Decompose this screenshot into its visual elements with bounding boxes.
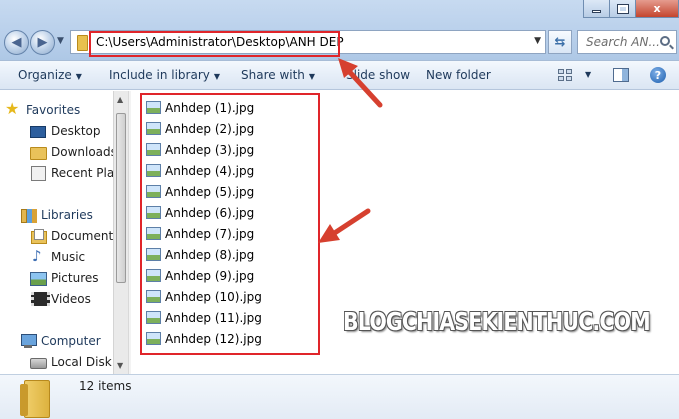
details-pane: 12 items [0, 374, 679, 419]
annotation-arrows [318, 58, 383, 243]
folder-icon [20, 380, 50, 418]
watermark: BLOGCHIASEKIENTHUC.COM [343, 307, 651, 336]
arrow-to-files-icon [318, 208, 371, 243]
arrow-to-address-icon [338, 58, 383, 108]
item-count: 12 items [79, 379, 132, 393]
